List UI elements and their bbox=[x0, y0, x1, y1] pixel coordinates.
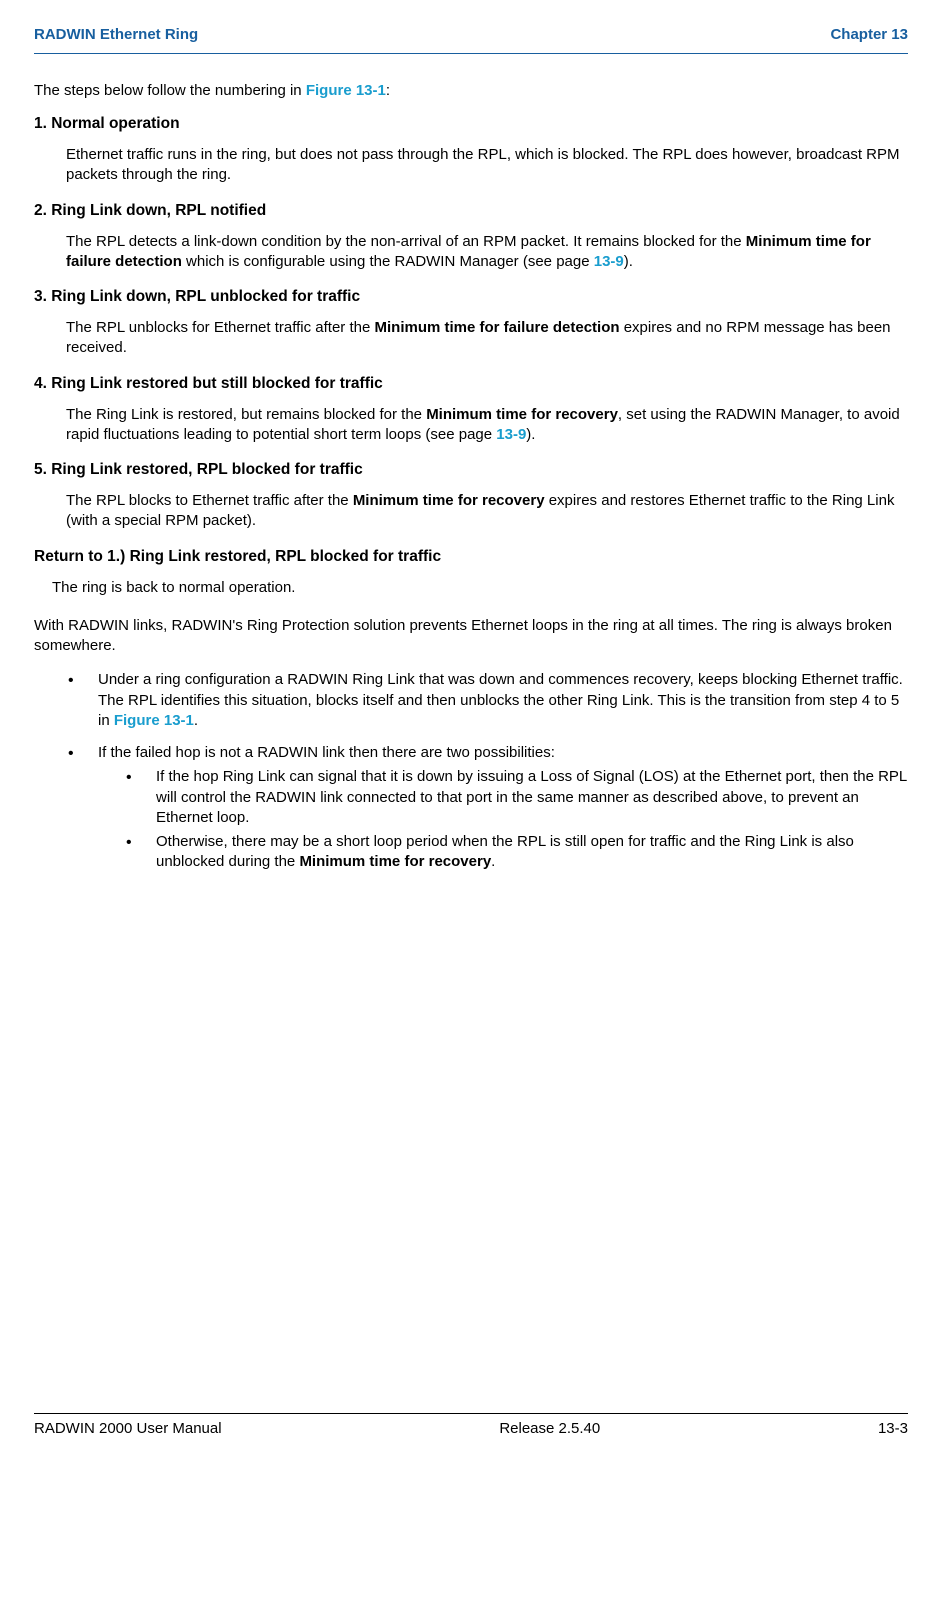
intro-pre: The steps below follow the numbering in bbox=[34, 82, 306, 99]
step-5-bold: Minimum time for recovery bbox=[353, 492, 545, 509]
return-head: Return to 1.) Ring Link restored, RPL bl… bbox=[34, 548, 908, 566]
bullet-1-pre: Under a ring configuration a RADWIN Ring… bbox=[98, 671, 903, 729]
intro-text: The steps below follow the numbering in … bbox=[34, 82, 908, 99]
step-2-body: The RPL detects a link-down condition by… bbox=[66, 232, 908, 273]
step-5-body: The RPL blocks to Ethernet traffic after… bbox=[66, 491, 908, 532]
page-13-9-link-a[interactable]: 13-9 bbox=[594, 253, 624, 270]
header-right: Chapter 13 bbox=[830, 26, 908, 43]
bullet-1-post: . bbox=[194, 712, 198, 729]
step-4-pre: The Ring Link is restored, but remains b… bbox=[66, 406, 426, 423]
step-3-body: The RPL unblocks for Ethernet traffic af… bbox=[66, 318, 908, 359]
figure-13-1-link-b[interactable]: Figure 13-1 bbox=[114, 712, 194, 729]
step-5-head: 5. Ring Link restored, RPL blocked for t… bbox=[34, 461, 908, 479]
step-1-head: 1. Normal operation bbox=[34, 115, 908, 133]
bullet-2-sublist: If the hop Ring Link can signal that it … bbox=[98, 767, 908, 872]
step-2-mid: which is configurable using the RADWIN M… bbox=[182, 253, 594, 270]
bullet-2b-bold: Minimum time for recovery bbox=[299, 853, 491, 870]
intro-post: : bbox=[386, 82, 390, 99]
bullet-2b-post: . bbox=[491, 853, 495, 870]
step-3-pre: The RPL unblocks for Ethernet traffic af… bbox=[66, 319, 375, 336]
step-1-body: Ethernet traffic runs in the ring, but d… bbox=[66, 145, 908, 186]
bullet-1: Under a ring configuration a RADWIN Ring… bbox=[68, 670, 908, 731]
page-13-9-link-b[interactable]: 13-9 bbox=[496, 426, 526, 443]
bullet-2b-pre: Otherwise, there may be a short loop per… bbox=[156, 833, 854, 870]
page-footer: RADWIN 2000 User Manual Release 2.5.40 1… bbox=[34, 1420, 908, 1437]
footer-divider bbox=[34, 1413, 908, 1414]
bullet-2: If the failed hop is not a RADWIN link t… bbox=[68, 743, 908, 873]
summary-paragraph: With RADWIN links, RADWIN's Ring Protect… bbox=[34, 616, 908, 657]
page-header: RADWIN Ethernet Ring Chapter 13 bbox=[34, 26, 908, 43]
header-divider bbox=[34, 53, 908, 54]
bullet-2-text: If the failed hop is not a RADWIN link t… bbox=[98, 744, 555, 761]
figure-13-1-link[interactable]: Figure 13-1 bbox=[306, 82, 386, 99]
bullet-list: Under a ring configuration a RADWIN Ring… bbox=[34, 670, 908, 872]
footer-center: Release 2.5.40 bbox=[499, 1420, 600, 1437]
footer-left: RADWIN 2000 User Manual bbox=[34, 1420, 222, 1437]
step-4-body: The Ring Link is restored, but remains b… bbox=[66, 405, 908, 446]
step-3-head: 3. Ring Link down, RPL unblocked for tra… bbox=[34, 288, 908, 306]
return-body: The ring is back to normal operation. bbox=[52, 578, 908, 598]
step-4-post: ). bbox=[526, 426, 535, 443]
footer-right: 13-3 bbox=[878, 1420, 908, 1437]
step-4-bold: Minimum time for recovery bbox=[426, 406, 618, 423]
bullet-2a: If the hop Ring Link can signal that it … bbox=[126, 767, 908, 828]
step-2-head: 2. Ring Link down, RPL notified bbox=[34, 202, 908, 220]
header-left: RADWIN Ethernet Ring bbox=[34, 26, 198, 43]
step-5-pre: The RPL blocks to Ethernet traffic after… bbox=[66, 492, 353, 509]
step-3-bold: Minimum time for failure detection bbox=[375, 319, 620, 336]
step-2-pre: The RPL detects a link-down condition by… bbox=[66, 233, 746, 250]
step-4-head: 4. Ring Link restored but still blocked … bbox=[34, 375, 908, 393]
bullet-2b: Otherwise, there may be a short loop per… bbox=[126, 832, 908, 873]
step-2-post: ). bbox=[624, 253, 633, 270]
